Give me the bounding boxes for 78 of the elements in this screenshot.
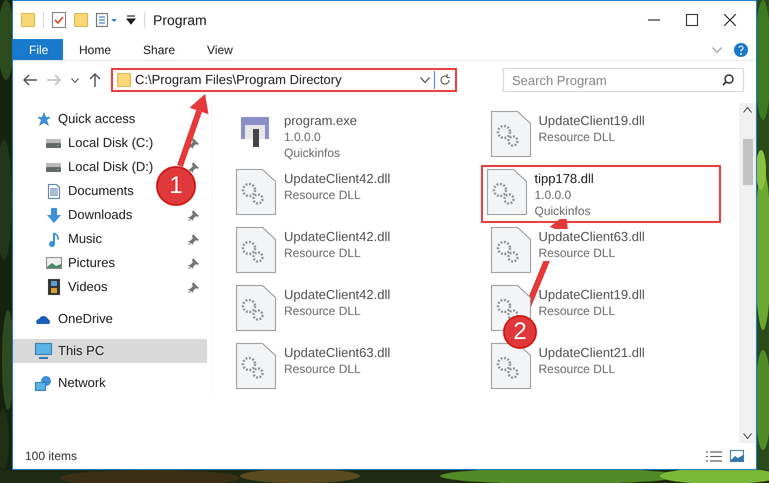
scrollbar-thumb[interactable] [742,139,752,185]
file-name: UpdateClient21.dll [538,345,645,361]
nav-item[interactable]: This PC [13,339,207,363]
gear-file-icon [486,169,526,215]
pin-icon[interactable] [188,234,199,244]
pin-icon[interactable] [188,162,199,172]
back-icon[interactable] [23,74,37,86]
gear-file-icon [490,227,530,273]
cloud-icon [35,314,52,324]
file-name: UpdateClient19.dll [538,287,645,303]
file-name: UpdateClient63.dll [538,229,645,245]
file-name: UpdateClient42.dll [284,171,390,187]
nav-item[interactable]: Pictures [45,253,115,273]
file-name: UpdateClient42.dll [284,229,390,245]
pin-icon[interactable] [188,210,199,220]
ribbon-tab[interactable]: File [13,39,63,60]
maximize-icon[interactable] [686,14,698,26]
nav-item[interactable]: OneDrive [35,309,113,329]
folder-icon [117,73,131,87]
nav-item[interactable]: Documents [45,181,134,201]
gear-file-icon [236,285,276,331]
file-name: UpdateClient63.dll [284,345,390,361]
nav-item[interactable]: Downloads [45,205,132,225]
up-arrow-icon[interactable] [89,73,101,87]
nav-item[interactable]: Network [35,373,106,393]
minimize-icon[interactable] [648,19,660,21]
picture-icon [46,257,62,269]
gear-file-icon [490,343,530,389]
chevron-down-icon[interactable] [743,433,752,439]
address-bar[interactable]: C:\Program Files\Program Directory [111,68,457,92]
document-icon [48,184,60,198]
chevron-down-icon[interactable] [71,78,79,82]
search-icon[interactable] [722,74,734,86]
file-detail: Resource DLL [538,245,616,261]
dropdown-icon[interactable] [126,15,136,25]
music-note-icon [48,232,58,246]
item-count: 100 items [25,448,78,465]
gear-file-icon [236,169,276,215]
nav-item[interactable]: Videos [45,277,108,297]
details-view-icon[interactable] [706,450,722,462]
ribbon-tab[interactable]: Share [127,39,192,60]
gear-file-icon [236,343,276,389]
drive-icon [46,138,61,148]
pin-icon[interactable] [188,138,199,148]
search-field[interactable]: Search Program [503,68,744,92]
ribbon-tab[interactable]: View [191,39,249,60]
nav-item[interactable]: Local Disk (C:) [45,133,154,153]
selected-file[interactable]: tipp178.dll 1.0.0.0 Quickinfos [480,165,720,223]
monitor-icon [35,343,52,359]
nav-item[interactable]: Local Disk (D:) [45,157,154,177]
tiles-view-icon[interactable] [730,450,744,462]
file-name: UpdateClient42.dll [284,287,390,303]
address-path: C:\Program Files\Program Directory [135,71,343,90]
down-arrow-icon [46,208,60,222]
properties-icon[interactable] [96,13,118,27]
gear-file-icon [236,227,276,273]
pin-icon[interactable] [188,282,199,292]
drive-icon [46,162,61,172]
pin-icon[interactable] [188,258,199,268]
chevron-down-icon[interactable] [420,77,430,83]
nav-item[interactable]: Music [45,229,102,249]
window-title: Program [153,10,207,30]
chevron-up-icon[interactable] [743,107,752,113]
file-detail: Quickinfos [534,203,591,219]
film-icon [48,279,60,295]
refresh-icon[interactable] [439,74,451,86]
file-name: tipp178.dll [534,171,594,187]
checklist-icon[interactable] [52,12,66,28]
star-icon [36,112,52,126]
gear-file-icon [490,111,530,157]
ribbon-tab[interactable]: Home [63,39,128,60]
close-icon[interactable] [724,14,736,26]
scrollbar[interactable] [739,103,756,443]
file-detail: Quickinfos [284,145,340,161]
file-name: UpdateClient19.dll [538,113,645,129]
help-icon[interactable] [734,42,748,56]
nav-item[interactable]: Quick access [35,109,136,129]
network-icon [35,376,52,390]
